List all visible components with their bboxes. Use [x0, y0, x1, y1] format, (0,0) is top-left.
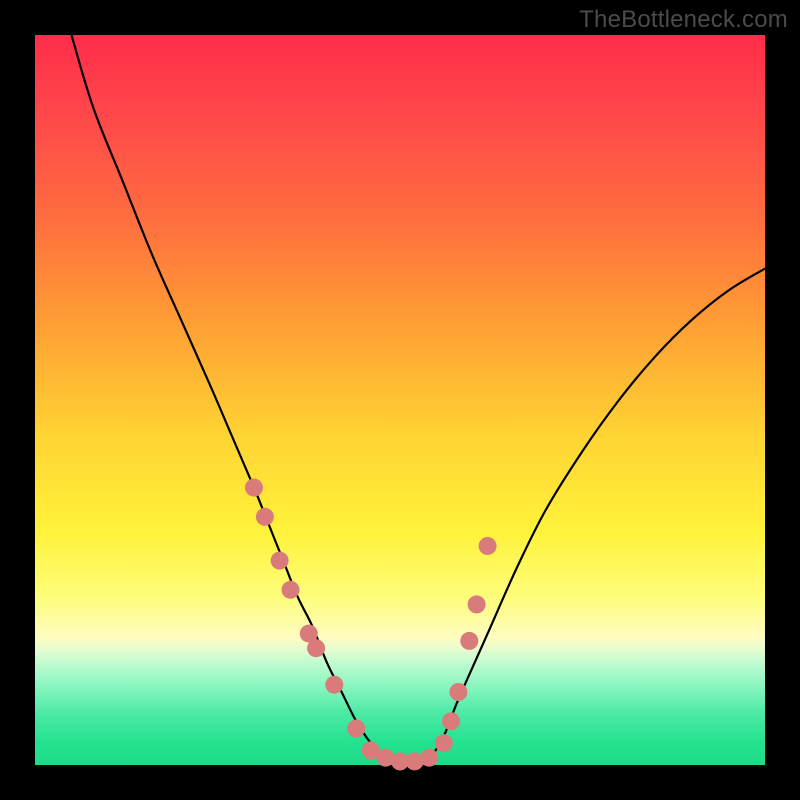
data-marker — [435, 734, 453, 752]
data-marker — [307, 639, 325, 657]
chart-svg — [35, 35, 765, 765]
data-marker — [468, 595, 486, 613]
data-marker — [449, 683, 467, 701]
data-marker — [282, 581, 300, 599]
bottleneck-curve — [72, 35, 766, 762]
data-marker — [245, 479, 263, 497]
data-marker — [325, 676, 343, 694]
marker-group — [245, 479, 497, 771]
data-marker — [420, 749, 438, 767]
data-marker — [442, 712, 460, 730]
data-marker — [460, 632, 478, 650]
outer-frame: TheBottleneck.com — [0, 0, 800, 800]
gradient-plot-area — [35, 35, 765, 765]
data-marker — [271, 552, 289, 570]
data-marker — [479, 537, 497, 555]
data-marker — [347, 720, 365, 738]
data-marker — [256, 508, 274, 526]
watermark-text: TheBottleneck.com — [579, 6, 788, 34]
